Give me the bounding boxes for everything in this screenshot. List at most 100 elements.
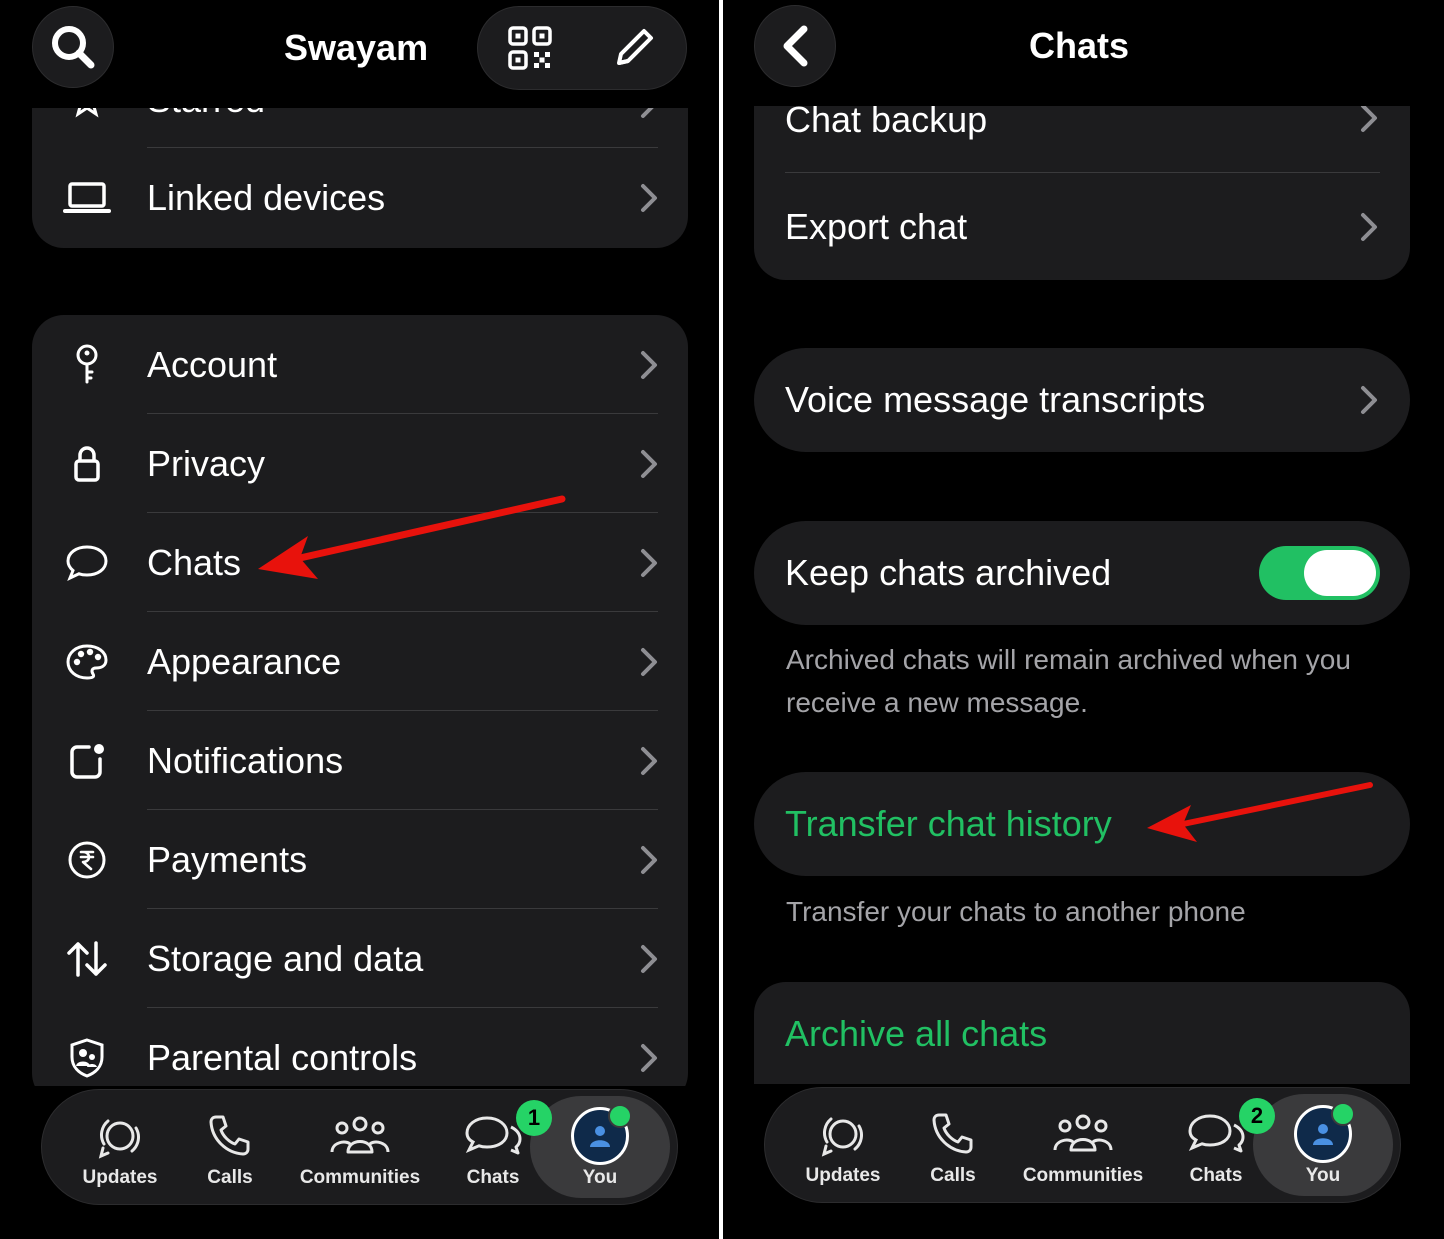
settings-row-appearance[interactable]: Appearance (32, 612, 688, 711)
annotation-arrow (1147, 782, 1373, 842)
search-icon (52, 26, 95, 69)
laptop-icon (62, 173, 112, 223)
updates-icon (94, 1110, 146, 1162)
chevron-right-icon (641, 647, 657, 676)
archived-caption: Archived chats will remain archived when… (786, 644, 1351, 718)
chats-icon (463, 1110, 523, 1162)
phone-icon (930, 1108, 976, 1160)
header-actions (477, 6, 687, 90)
keep-archived-toggle[interactable] (1259, 546, 1380, 600)
settings-row-label: Linked devices (147, 176, 386, 218)
tab-label: Updates (805, 1165, 881, 1186)
online-dot (608, 1104, 632, 1128)
avatar-icon (1294, 1102, 1355, 1163)
toggle-knob (1304, 550, 1376, 596)
tab-label: Calls (930, 1165, 976, 1186)
settings-list: Account Privacy Chats Appearance Notific… (32, 315, 688, 1105)
chevron-right-icon (641, 746, 657, 775)
archive-all-chats-button[interactable]: Archive all chats (754, 982, 1410, 1086)
transfer-caption: Transfer your chats to another phone (786, 896, 1246, 927)
avatar-icon (571, 1104, 632, 1165)
tab-communities[interactable]: Communities (288, 1090, 432, 1204)
chevron-right-icon (641, 449, 657, 478)
settings-row-label: Transfer chat history (785, 803, 1112, 844)
unread-badge: 1 (516, 1100, 552, 1136)
qr-code-button[interactable] (507, 25, 553, 71)
settings-screen: Starred Linked devices Swayam (0, 0, 719, 1239)
tab-calls[interactable]: Calls (913, 1088, 993, 1202)
chats-icon (1186, 1108, 1246, 1160)
chevron-right-icon (641, 548, 657, 577)
tab-icon-wrapper (1294, 1102, 1355, 1163)
rupee-icon (62, 835, 112, 885)
lock-icon (62, 439, 112, 489)
settings-row-account[interactable]: Account (32, 315, 688, 414)
settings-row-voice-transcripts[interactable]: Voice message transcripts (754, 348, 1410, 452)
settings-row-notifications[interactable]: Notifications (32, 711, 688, 810)
tab-chats[interactable]: Chats 2 (1171, 1088, 1275, 1202)
back-button[interactable] (754, 5, 836, 87)
page-title: Chats (1029, 25, 1130, 66)
settings-row-label: Archive all chats (785, 1013, 1048, 1054)
settings-row-label: Export chat (785, 205, 968, 247)
chats-settings-screen: Chat backup Export chat Chats Voice mess… (723, 0, 1444, 1239)
chevron-right-icon (641, 350, 657, 379)
online-dot (1331, 1102, 1355, 1126)
tab-label: You (1305, 1165, 1341, 1186)
settings-row-export-chat[interactable]: Export chat (754, 173, 1410, 280)
tab-chats[interactable]: Chats 1 (448, 1090, 552, 1204)
voice-transcripts-group: Voice message transcripts (754, 348, 1410, 452)
settings-row-label: Keep chats archived (785, 552, 1112, 593)
arrows-updown-icon (62, 934, 112, 984)
chevron-right-icon (641, 1043, 657, 1072)
page-title: Swayam (284, 27, 429, 68)
chevron-left-icon (783, 25, 808, 67)
pencil-icon (617, 29, 653, 65)
tab-updates[interactable]: Updates (793, 1088, 893, 1202)
chevron-right-icon (641, 183, 657, 212)
unread-badge: 2 (1239, 1098, 1275, 1134)
chevron-right-icon (1361, 386, 1377, 414)
settings-row-label: Privacy (147, 442, 266, 484)
keep-archived-group: Keep chats archived (754, 521, 1410, 625)
settings-row-storage[interactable]: Storage and data (32, 909, 688, 1008)
tab-bar: Updates Calls Communities Chats 1 You (41, 1089, 678, 1205)
settings-row-label: Account (147, 343, 278, 385)
tab-icon-wrapper (571, 1104, 632, 1165)
phone-icon (207, 1110, 253, 1162)
compose-button[interactable] (611, 25, 657, 71)
tab-label: Updates (82, 1167, 158, 1188)
tab-you[interactable]: You (1273, 1088, 1373, 1202)
tab-you[interactable]: You (550, 1090, 650, 1204)
shield-family-icon (62, 1033, 112, 1083)
tab-calls[interactable]: Calls (190, 1090, 270, 1204)
settings-row-label: Payments (147, 838, 308, 880)
settings-row-label: Voice message transcripts (785, 379, 1206, 420)
tab-label: Communities (1022, 1165, 1144, 1186)
key-icon (62, 340, 112, 390)
settings-row-keep-archived: Keep chats archived (754, 521, 1410, 625)
tab-label: You (582, 1167, 618, 1188)
annotation-arrow (258, 495, 566, 579)
qr-code-icon (508, 26, 552, 70)
settings-row-label: Chats (147, 541, 242, 583)
settings-row-linked-devices[interactable]: Linked devices (32, 148, 688, 247)
tab-updates[interactable]: Updates (70, 1090, 170, 1204)
chevron-right-icon (1361, 212, 1377, 241)
settings-row-label: Notifications (147, 739, 344, 781)
tab-label: Chats (1189, 1165, 1243, 1186)
search-button[interactable] (32, 6, 114, 88)
settings-row-label: Appearance (147, 640, 342, 682)
tab-label: Calls (207, 1167, 253, 1188)
settings-row-label: Storage and data (147, 937, 424, 979)
tab-bar: Updates Calls Communities Chats 2 You (764, 1087, 1401, 1203)
chat-bubble-icon (62, 538, 112, 588)
tab-label: Chats (466, 1167, 520, 1188)
tab-label: Communities (299, 1167, 421, 1188)
chevron-right-icon (1361, 104, 1377, 132)
chevron-right-icon (641, 845, 657, 874)
settings-row-payments[interactable]: Payments (32, 810, 688, 909)
palette-icon (62, 637, 112, 687)
settings-row-label: Parental controls (147, 1036, 418, 1078)
tab-communities[interactable]: Communities (1011, 1088, 1155, 1202)
